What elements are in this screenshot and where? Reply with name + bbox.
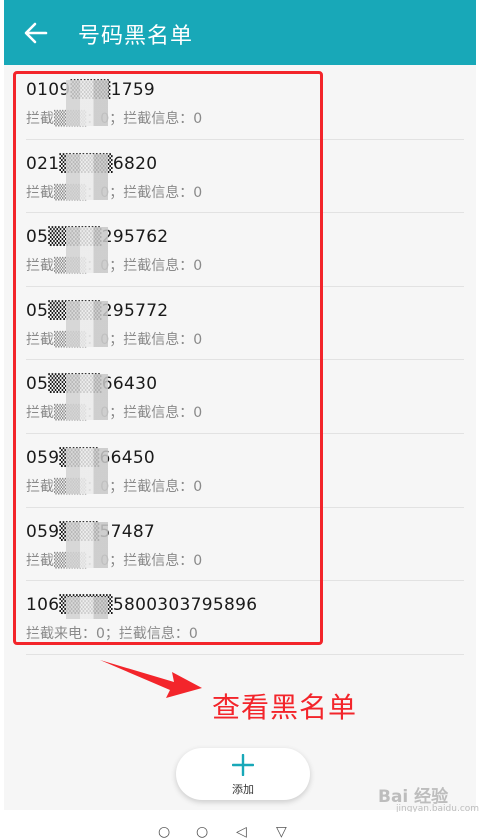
plus-icon bbox=[232, 754, 254, 776]
nav-home-icon[interactable]: ○ bbox=[196, 824, 208, 840]
system-nav-bar: ○ ○ ◁ ▽ bbox=[0, 812, 500, 840]
nav-menu-icon[interactable]: ▽ bbox=[276, 824, 287, 840]
nav-back-icon[interactable]: ◁ bbox=[236, 824, 247, 840]
page-margin bbox=[476, 0, 500, 812]
nav-recent-icon[interactable]: ○ bbox=[158, 824, 170, 840]
annotation-arrow-icon bbox=[100, 660, 202, 698]
add-button[interactable]: 添加 bbox=[176, 748, 310, 800]
back-button[interactable] bbox=[20, 17, 52, 49]
divider bbox=[26, 653, 464, 655]
annotation-highlight-box bbox=[13, 71, 323, 645]
annotation-text: 查看黑名单 bbox=[212, 691, 358, 724]
page-title: 号码黑名单 bbox=[78, 24, 194, 49]
app-bar: 号码黑名单 bbox=[4, 0, 476, 65]
arrow-left-icon bbox=[24, 22, 48, 44]
add-button-label: 添加 bbox=[232, 783, 254, 796]
